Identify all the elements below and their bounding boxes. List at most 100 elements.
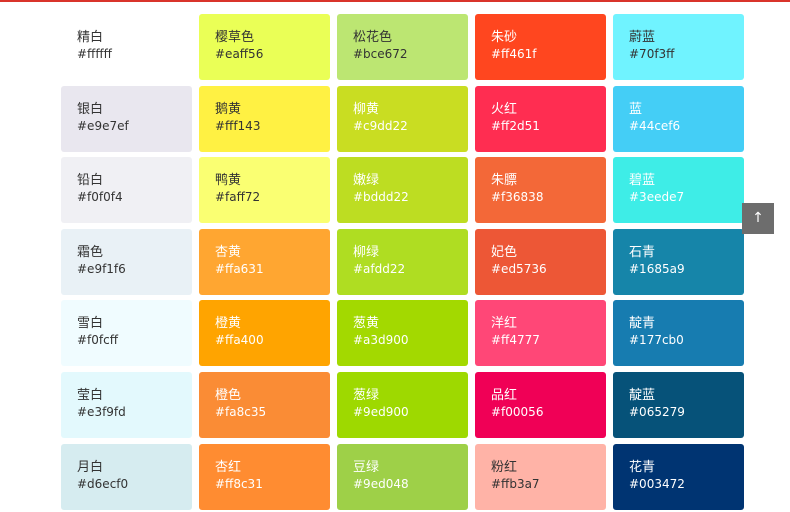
color-hex-code: #d6ecf0	[77, 476, 129, 491]
color-swatch[interactable]: 樱草色 #eaff56	[199, 14, 330, 80]
color-name: 靛青	[629, 316, 656, 332]
color-hex-code: #177cb0	[629, 333, 684, 348]
color-swatch[interactable]: 朱砂 #ff461f	[475, 14, 606, 80]
color-swatch[interactable]: 银白 #e9e7ef	[61, 85, 192, 152]
color-swatch[interactable]: 鹅黄 #fff143	[199, 85, 330, 152]
color-hex-code: #a3d900	[353, 333, 409, 348]
color-swatch[interactable]: 橙黄 #ffa400	[199, 300, 330, 367]
color-hex-code: #f0f0f4	[77, 190, 123, 205]
color-swatch[interactable]: 蓝 #44cef6	[613, 85, 744, 152]
color-hex-code: #e9f1f6	[77, 261, 126, 276]
color-name: 蓝	[629, 101, 643, 117]
color-swatch[interactable]: 粉红 #ffb3a7	[475, 443, 606, 510]
color-swatch[interactable]: 柳绿 #afdd22	[337, 228, 468, 295]
color-swatch[interactable]: 嫩绿 #bddd22	[337, 157, 468, 224]
color-hex-code: #ff461f	[491, 47, 537, 61]
color-swatch[interactable]: 莹白 #e3f9fd	[61, 371, 192, 438]
color-name: 嫩绿	[353, 173, 380, 189]
color-swatch[interactable]: 铅白 #f0f0f4	[61, 157, 192, 224]
color-name: 柳绿	[353, 244, 380, 260]
color-name: 铅白	[77, 173, 104, 189]
color-name: 蔚蓝	[629, 30, 656, 45]
color-hex-code: #ff4777	[491, 333, 540, 348]
color-swatch[interactable]: 靛蓝 #065279	[613, 371, 744, 438]
color-swatch[interactable]: 杏黄 #ffa631	[199, 228, 330, 295]
arrow-up-icon: ↑	[752, 210, 764, 226]
color-hex-code: #ed5736	[491, 261, 547, 276]
color-swatch[interactable]: 雪白 #f0fcff	[61, 300, 192, 367]
color-swatch[interactable]: 月白 #d6ecf0	[61, 443, 192, 510]
color-name: 雪白	[77, 316, 104, 332]
color-swatch[interactable]: 妃色 #ed5736	[475, 228, 606, 295]
color-swatch[interactable]: 松花色 #bce672	[337, 14, 468, 80]
color-name: 洋红	[491, 316, 518, 332]
color-hex-code: #faff72	[215, 190, 261, 205]
color-name: 橙黄	[215, 316, 242, 332]
color-hex-code: #fa8c35	[215, 404, 267, 419]
color-swatch[interactable]: 蔚蓝 #70f3ff	[613, 14, 744, 80]
color-name: 月白	[77, 459, 104, 475]
color-name: 杏黄	[215, 244, 242, 260]
color-hex-code: #ff8c31	[215, 476, 263, 491]
color-name: 花青	[629, 459, 656, 475]
color-swatch[interactable]: 豆绿 #9ed048	[337, 443, 468, 510]
color-hex-code: #e9e7ef	[77, 118, 129, 133]
color-swatch[interactable]: 洋红 #ff4777	[475, 300, 606, 367]
color-name: 豆绿	[353, 459, 380, 475]
color-hex-code: #fff143	[215, 118, 261, 133]
color-name: 柳黄	[353, 101, 380, 117]
color-name: 橙色	[215, 387, 242, 403]
color-swatch[interactable]: 柳黄 #c9dd22	[337, 85, 468, 152]
color-hex-code: #70f3ff	[629, 47, 675, 61]
color-name: 霜色	[77, 244, 104, 260]
color-hex-code: #bddd22	[353, 190, 409, 205]
color-swatch[interactable]: 火红 #ff2d51	[475, 85, 606, 152]
color-hex-code: #f36838	[491, 190, 544, 205]
color-name: 朱膘	[491, 173, 518, 189]
color-swatch[interactable]: 霜色 #e9f1f6	[61, 228, 192, 295]
color-hex-code: #ffb3a7	[491, 476, 540, 491]
color-swatch[interactable]: 花青 #003472	[613, 443, 744, 510]
color-swatch[interactable]: 橙色 #fa8c35	[199, 371, 330, 438]
color-name: 葱绿	[353, 387, 380, 403]
color-name: 品红	[491, 387, 518, 403]
color-hex-code: #003472	[629, 476, 685, 491]
color-hex-code: #e3f9fd	[77, 404, 126, 419]
color-hex-code: #eaff56	[215, 47, 264, 61]
color-name: 石青	[629, 244, 656, 260]
color-name: 银白	[77, 101, 104, 117]
color-hex-code: #f00056	[491, 404, 544, 419]
color-swatch[interactable]: 靛青 #177cb0	[613, 300, 744, 367]
color-name: 杏红	[215, 459, 242, 475]
color-swatch[interactable]: 石青 #1685a9	[613, 228, 744, 295]
color-swatch-grid: 精白 #ffffff 樱草色 #eaff56 松花色 #bce672 朱砂 #ff461f 蔚蓝…	[61, 14, 744, 510]
color-name: 松花色	[353, 30, 393, 45]
color-swatch[interactable]: 鸭黄 #faff72	[199, 157, 330, 224]
color-name: 鸭黄	[215, 173, 242, 189]
color-swatch[interactable]: 朱膘 #f36838	[475, 157, 606, 224]
color-name: 火红	[491, 101, 518, 117]
color-swatch[interactable]: 精白 #ffffff	[61, 14, 192, 80]
color-hex-code: #44cef6	[629, 118, 681, 133]
color-hex-code: #f0fcff	[77, 333, 119, 348]
color-name: 碧蓝	[629, 173, 656, 189]
color-hex-code: #ffffff	[77, 47, 112, 61]
color-name: 朱砂	[491, 30, 518, 45]
color-hex-code: #c9dd22	[353, 118, 408, 133]
color-name: 精白	[77, 30, 104, 45]
color-hex-code: #bce672	[353, 47, 408, 61]
color-hex-code: #9ed048	[353, 476, 409, 491]
color-swatch[interactable]: 葱绿 #9ed900	[337, 371, 468, 438]
color-name: 葱黄	[353, 316, 380, 332]
color-swatch[interactable]: 碧蓝 #3eede7	[613, 157, 744, 224]
color-swatch[interactable]: 葱黄 #a3d900	[337, 300, 468, 367]
color-hex-code: #065279	[629, 404, 685, 419]
color-name: 妃色	[491, 244, 518, 260]
color-hex-code: #9ed900	[353, 404, 409, 419]
color-hex-code: #1685a9	[629, 261, 685, 276]
color-swatch[interactable]: 杏红 #ff8c31	[199, 443, 330, 510]
color-hex-code: #3eede7	[629, 190, 685, 205]
color-name: 莹白	[77, 387, 104, 403]
back-to-top-button[interactable]: ↑	[742, 203, 774, 234]
color-swatch[interactable]: 品红 #f00056	[475, 371, 606, 438]
